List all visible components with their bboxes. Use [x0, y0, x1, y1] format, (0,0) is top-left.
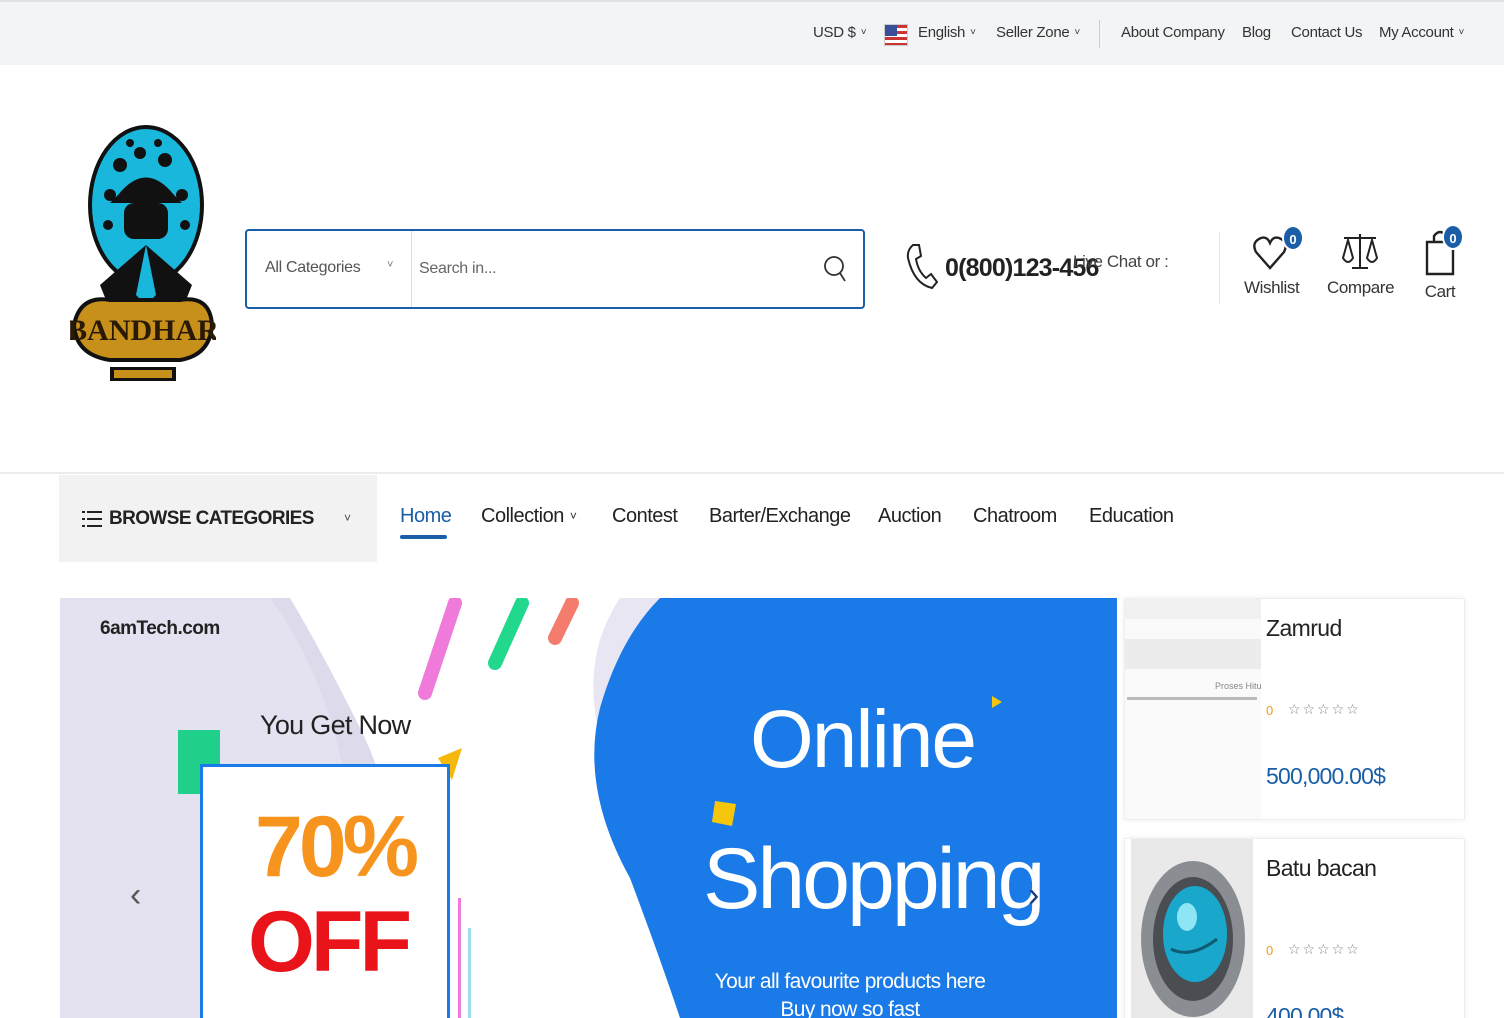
category-select[interactable]: All Categories ˅ [247, 231, 412, 307]
menu-icon [82, 511, 102, 527]
seller-zone-dropdown[interactable]: Seller Zone ˅ [996, 24, 1080, 41]
nav-auction[interactable]: Auction [878, 505, 942, 528]
product-name[interactable]: Batu bacan [1266, 855, 1377, 882]
wishlist-button[interactable]: Wishlist 0 [1244, 225, 1304, 298]
about-company-link[interactable]: About Company [1121, 24, 1225, 41]
rating-count: 0 [1266, 703, 1274, 718]
product-card[interactable]: Batu bacan 0 ☆☆☆☆☆ 400.00$ [1124, 838, 1465, 1018]
nav-chatroom[interactable]: Chatroom [973, 505, 1057, 528]
cart-count-badge: 0 [1442, 224, 1464, 250]
product-card[interactable]: Proses Hitu Zamrud 0 ☆☆☆☆☆ 500,000.00$ [1124, 598, 1465, 820]
banner-brand: 6amTech.com [100, 618, 220, 639]
nav-collection[interactable]: Collection ˅ [481, 505, 577, 528]
prev-slide-arrow-icon[interactable]: ‹ [130, 876, 141, 915]
browse-categories-button[interactable]: BROWSE CATEGORIES ˅ [59, 475, 377, 562]
nav-contest[interactable]: Contest [612, 505, 678, 528]
banner-you-get: You Get Now [260, 710, 411, 740]
product-thumbnail [1131, 839, 1253, 1018]
nav-home[interactable]: Home [400, 505, 452, 528]
scale-icon [1341, 234, 1379, 269]
nav-education[interactable]: Education [1089, 505, 1174, 528]
banner-headline-1: Online [750, 694, 977, 785]
next-slide-arrow-icon[interactable]: › [1028, 876, 1039, 915]
banner-headline-2: Shopping [703, 831, 1045, 927]
divider [1219, 232, 1220, 304]
contact-link[interactable]: Contact Us [1291, 24, 1363, 41]
live-chat-label[interactable]: Live Chat or : [1073, 252, 1169, 272]
product-name[interactable]: Zamrud [1266, 615, 1342, 642]
chevron-down-icon: ˅ [569, 509, 577, 523]
svg-text:Proses Hitu: Proses Hitu [1215, 681, 1261, 691]
chevron-down-icon: ˅ [1074, 27, 1080, 38]
chevron-down-icon: ˅ [387, 259, 394, 271]
star-rating-icon: ☆☆☆☆☆ [1288, 941, 1361, 957]
discount-percent: 70% [255, 799, 419, 895]
top-bar: USD $ ˅ English ˅ Seller Zone ˅ About Compa… [0, 0, 1504, 65]
wishlist-count-badge: 0 [1282, 225, 1304, 251]
hero-banner[interactable]: 6amTech.com You Get Now 70% OFF Online S… [60, 598, 1117, 1018]
currency-dropdown[interactable]: USD $ ˅ [813, 24, 867, 41]
cart-button[interactable]: Cart 0 [1420, 224, 1464, 302]
us-flag-icon [884, 24, 908, 46]
blog-link[interactable]: Blog [1242, 24, 1271, 41]
nav-barter-exchange[interactable]: Barter/Exchange [709, 505, 851, 528]
chevron-down-icon: ˅ [860, 27, 867, 38]
divider [0, 472, 1504, 474]
product-thumbnail: Proses Hitu [1125, 599, 1261, 819]
product-price: 500,000.00$ [1266, 763, 1386, 789]
product-price: 400.00$ [1266, 1003, 1344, 1018]
my-account-dropdown[interactable]: My Account ˅ [1379, 24, 1464, 41]
divider [1099, 20, 1100, 48]
phone-icon [906, 244, 938, 290]
search-input[interactable] [419, 249, 799, 289]
chevron-down-icon: ˅ [970, 27, 976, 38]
rating-count: 0 [1266, 943, 1274, 958]
chevron-down-icon: ˅ [1458, 27, 1465, 38]
svg-text:BANDHAR: BANDHAR [70, 314, 216, 347]
chevron-down-icon: ˅ [344, 511, 352, 525]
discount-off: OFF [248, 894, 412, 990]
banner-subline: Your all favourite products here Buy now… [714, 970, 986, 1018]
compare-button[interactable]: Compare [1327, 228, 1395, 298]
site-logo[interactable]: BANDHAR [70, 125, 216, 390]
search-icon[interactable] [823, 255, 847, 283]
star-rating-icon: ☆☆☆☆☆ [1288, 701, 1361, 717]
language-dropdown[interactable]: English ˅ [918, 24, 976, 41]
search-bar: All Categories ˅ [245, 229, 865, 309]
active-nav-indicator [400, 535, 447, 539]
